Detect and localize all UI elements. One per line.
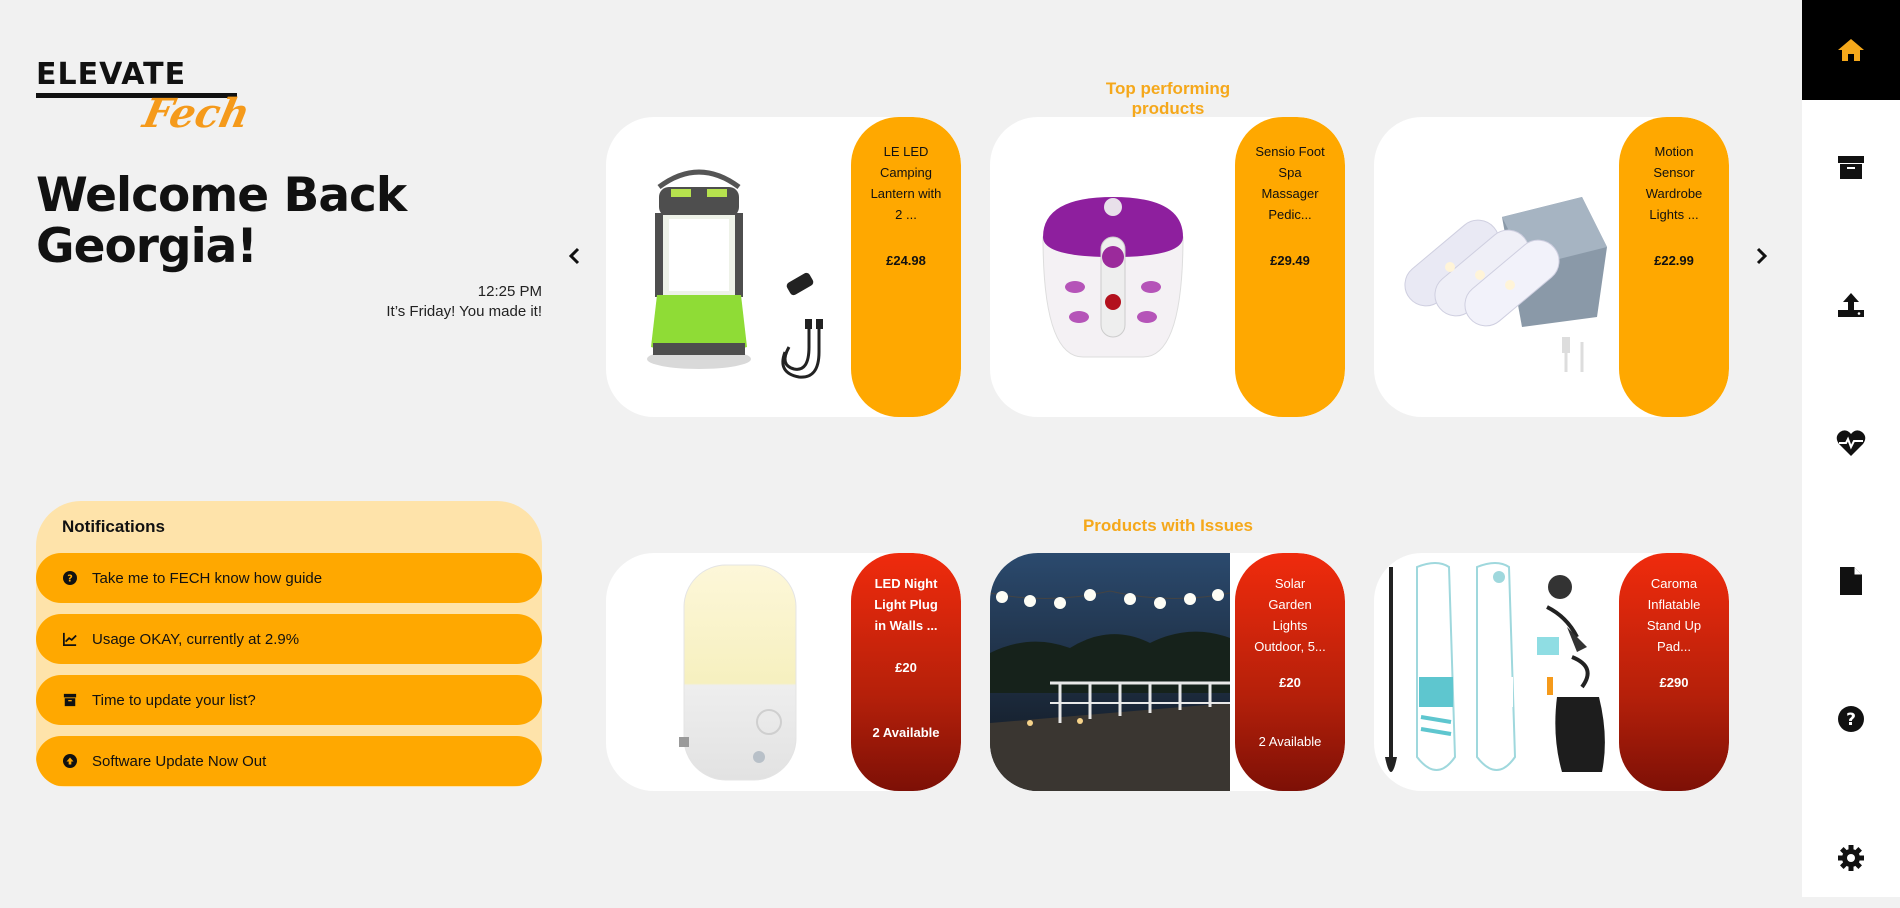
- notifications-panel: Notifications ? Take me to FECH know how…: [36, 501, 542, 787]
- product-card-top-2[interactable]: Sensio Foot Spa Massager Pedic... £29.49: [990, 117, 1345, 417]
- product-card-issue-1[interactable]: LED Night Light Plug in Walls ... £20 2 …: [606, 553, 961, 791]
- carousel-prev-button[interactable]: [565, 246, 585, 266]
- chevron-right-icon: [1756, 247, 1768, 265]
- product-name: Motion Sensor Wardrobe Lights ...: [1645, 144, 1703, 222]
- sidebar-item-home[interactable]: [1802, 0, 1900, 100]
- product-info-pill: Solar Garden Lights Outdoor, 5... £20 2 …: [1235, 553, 1345, 791]
- sidebar-item-settings[interactable]: [1802, 808, 1900, 908]
- product-info-pill: LE LED Camping Lantern with 2 ... £24.98: [851, 117, 961, 417]
- product-name: Sensio Foot Spa Massager Pedic...: [1255, 144, 1325, 222]
- product-info-pill: Caroma Inflatable Stand Up Pad... £290: [1619, 553, 1729, 791]
- question-circle-icon: ?: [62, 570, 78, 586]
- document-icon: [1840, 567, 1862, 595]
- product-name: LED Night Light Plug in Walls ...: [874, 576, 938, 633]
- clock-time: 12:25 PM: [477, 283, 542, 300]
- svg-text:?: ?: [67, 574, 73, 585]
- product-price: £22.99: [1654, 253, 1694, 268]
- issue-products-title: Products with Issues: [1082, 516, 1254, 535]
- welcome-line-1: Welcome Back: [36, 168, 407, 223]
- clock-message: It’s Friday! You made it!: [386, 303, 542, 320]
- sidebar-item-archive[interactable]: [1802, 117, 1900, 217]
- product-price: £290: [1659, 675, 1689, 690]
- line-chart-icon: [62, 631, 78, 647]
- product-card-top-3[interactable]: Motion Sensor Wardrobe Lights ... £22.99: [1374, 117, 1729, 417]
- product-image-camping-lantern: [606, 117, 851, 417]
- notification-item-list[interactable]: Time to update your list?: [36, 675, 542, 725]
- product-image-wardrobe-lights: [1374, 117, 1619, 417]
- notification-text: Software Update Now Out: [92, 752, 267, 770]
- product-price: £20: [1279, 675, 1301, 690]
- product-info-pill: Sensio Foot Spa Massager Pedic... £29.49: [1235, 117, 1345, 417]
- brand-logo: ELEVATE Fech: [36, 57, 254, 140]
- product-price: £24.98: [886, 253, 926, 268]
- archive-icon: [62, 692, 78, 708]
- product-card-top-1[interactable]: LE LED Camping Lantern with 2 ... £24.98: [606, 117, 961, 417]
- welcome-line-2: Georgia!: [36, 219, 258, 274]
- clock-widget: 12:25 PM It’s Friday! You made it!: [386, 282, 542, 322]
- help-icon: ?: [1838, 706, 1864, 732]
- archive-icon: [1838, 156, 1864, 179]
- notifications-title: Notifications: [62, 517, 165, 536]
- product-card-issue-3[interactable]: Caroma Inflatable Stand Up Pad... £290: [1374, 553, 1729, 791]
- sidebar-item-upload[interactable]: [1802, 255, 1900, 355]
- product-image-foot-spa: [990, 117, 1235, 417]
- notification-item-usage[interactable]: Usage OKAY, currently at 2.9%: [36, 614, 542, 664]
- logo-script: Fech: [139, 90, 255, 137]
- welcome-heading: Welcome Back Georgia!: [36, 168, 407, 274]
- heartbeat-icon: [1836, 430, 1866, 456]
- sidebar-item-help[interactable]: ?: [1802, 669, 1900, 769]
- upload-icon: [1838, 293, 1864, 317]
- product-name: LE LED Camping Lantern with 2 ...: [870, 144, 942, 222]
- product-price: £20: [895, 660, 917, 675]
- sidebar-item-document[interactable]: [1802, 531, 1900, 631]
- notification-item-guide[interactable]: ? Take me to FECH know how guide: [36, 553, 542, 603]
- product-info-pill: LED Night Light Plug in Walls ... £20 2 …: [851, 553, 961, 791]
- sidebar-nav: ?: [1802, 0, 1900, 897]
- product-availability: 2 Available: [1258, 734, 1322, 749]
- product-image-garden-lights-photo: [990, 553, 1230, 791]
- product-info-pill: Motion Sensor Wardrobe Lights ... £22.99: [1619, 117, 1729, 417]
- arrow-up-circle-icon: [62, 753, 78, 769]
- carousel-next-button[interactable]: [1751, 246, 1771, 266]
- svg-text:?: ?: [1846, 710, 1856, 730]
- notification-text: Time to update your list?: [92, 691, 256, 709]
- top-products-title: Top performing products: [1105, 79, 1231, 118]
- sidebar-item-health[interactable]: [1802, 393, 1900, 493]
- logo-wordmark: ELEVATE: [36, 57, 187, 92]
- notification-text: Take me to FECH know how guide: [92, 569, 323, 587]
- product-name: Solar Garden Lights Outdoor, 5...: [1254, 576, 1326, 654]
- product-card-issue-2[interactable]: Solar Garden Lights Outdoor, 5... £20 2 …: [990, 553, 1345, 791]
- home-icon: [1838, 39, 1864, 61]
- product-name: Caroma Inflatable Stand Up Pad...: [1646, 576, 1702, 654]
- product-image-night-light: [606, 553, 851, 791]
- settings-icon: [1838, 845, 1864, 871]
- product-price: £29.49: [1270, 253, 1310, 268]
- notification-text: Usage OKAY, currently at 2.9%: [92, 630, 300, 648]
- chevron-left-icon: [568, 247, 580, 265]
- product-image-paddle-board-kit: [1374, 553, 1619, 791]
- notification-item-update[interactable]: Software Update Now Out: [36, 736, 542, 786]
- product-availability: 2 Available: [872, 725, 940, 740]
